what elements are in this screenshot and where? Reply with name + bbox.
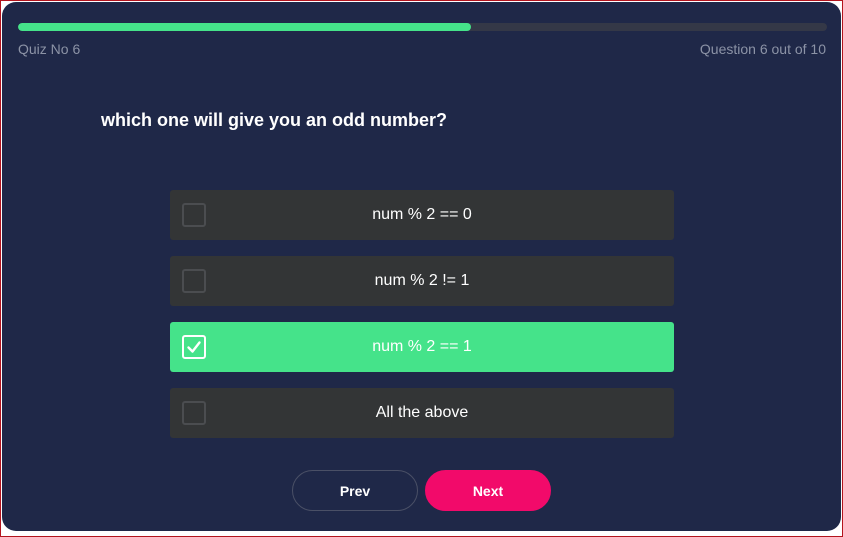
prev-button[interactable]: Prev — [292, 470, 418, 511]
question-counter-label: Question 6 out of 10 — [699, 41, 826, 57]
window-frame: Quiz No 6 Question 6 out of 10 which one… — [0, 0, 843, 537]
options-list: num % 2 == 0 num % 2 != 1 num % 2 == 1 A… — [170, 190, 674, 454]
option-1[interactable]: num % 2 == 0 — [170, 190, 674, 240]
option-label: num % 2 == 0 — [372, 206, 472, 223]
option-label: num % 2 != 1 — [374, 272, 470, 289]
question-text: which one will give you an odd number? — [101, 110, 448, 130]
progress-fill — [18, 23, 472, 31]
quiz-number-label: Quiz No 6 — [18, 41, 81, 57]
option-4[interactable]: All the above — [170, 388, 674, 438]
next-button[interactable]: Next — [425, 470, 551, 511]
option-label: num % 2 == 1 — [372, 338, 472, 355]
quiz-card: Quiz No 6 Question 6 out of 10 which one… — [2, 2, 841, 531]
option-3[interactable]: num % 2 == 1 — [170, 322, 674, 372]
option-2[interactable]: num % 2 != 1 — [170, 256, 674, 306]
option-label: All the above — [375, 404, 469, 421]
progress-bar — [18, 23, 827, 31]
